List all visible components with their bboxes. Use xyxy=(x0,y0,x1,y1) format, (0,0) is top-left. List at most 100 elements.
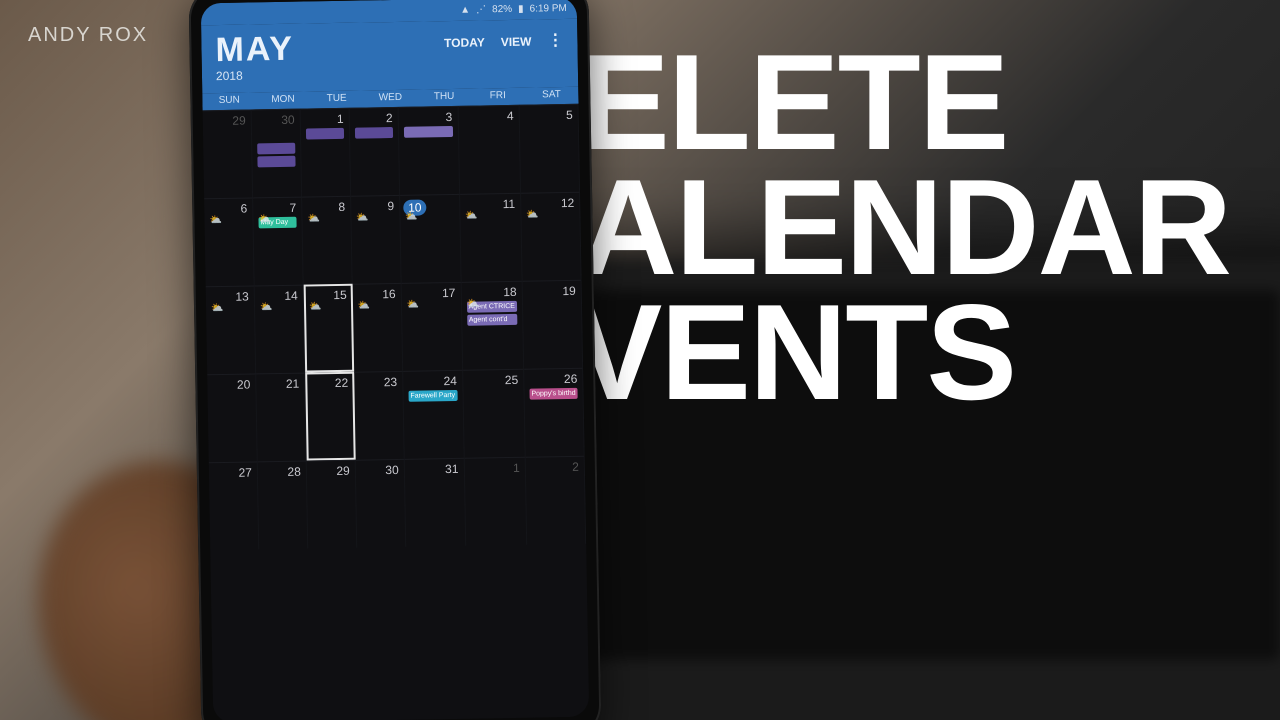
day-cell[interactable]: 30 xyxy=(252,109,302,198)
day-cell[interactable]: 14⛅ xyxy=(255,285,305,374)
appbar-actions: TODAY VIEW ⋮ xyxy=(444,33,564,51)
day-number: 12 xyxy=(524,196,576,211)
channel-watermark: ANDY ROX xyxy=(28,24,148,47)
day-cell[interactable]: 1 xyxy=(464,457,527,546)
day-number: 9 xyxy=(354,199,396,214)
day-cell[interactable]: 6⛅ xyxy=(204,197,254,286)
day-cell[interactable]: 17⛅ xyxy=(401,282,462,371)
day-number: 6 xyxy=(207,202,249,217)
day-cell[interactable]: 29 xyxy=(307,460,357,549)
calendar-appbar: MAY 2018 TODAY VIEW ⋮ xyxy=(201,19,578,94)
day-number: 2 xyxy=(529,460,581,475)
weather-icon: ⛅ xyxy=(258,214,271,225)
day-cell[interactable]: 2 xyxy=(349,107,399,196)
day-cell[interactable]: 22 xyxy=(305,372,355,461)
day-cell[interactable]: 20 xyxy=(207,373,257,462)
weather-icon: ⛅ xyxy=(405,212,418,223)
day-cell[interactable]: 3 xyxy=(398,106,459,195)
day-cell[interactable]: 13⛅ xyxy=(206,285,256,374)
month-label: MAY xyxy=(215,32,294,67)
signal-icon: ▲ xyxy=(460,4,470,15)
more-menu-icon[interactable]: ⋮ xyxy=(547,33,563,49)
weather-icon: ⛅ xyxy=(356,212,369,223)
weather-icon: ⛅ xyxy=(260,302,273,313)
battery-icon: ▮ xyxy=(518,3,524,14)
event-chip[interactable] xyxy=(355,127,393,139)
day-cell[interactable]: 7⛅May Day xyxy=(253,197,303,286)
day-cell[interactable]: 19 xyxy=(522,280,583,369)
day-cell[interactable]: 29 xyxy=(203,109,253,198)
dow-sun: SUN xyxy=(202,94,256,106)
day-cell[interactable]: 9⛅ xyxy=(351,195,401,284)
day-cell[interactable]: 30 xyxy=(356,459,406,548)
day-cell[interactable]: 8⛅ xyxy=(302,196,352,285)
day-number: 21 xyxy=(259,377,301,392)
wifi-icon: ⋰ xyxy=(476,4,486,15)
event-chip[interactable] xyxy=(257,156,295,168)
day-number: 18 xyxy=(464,285,519,300)
day-number: 25 xyxy=(466,373,521,388)
day-cell[interactable]: 18⛅Agent CTRICEAgent cont'd xyxy=(461,281,524,370)
month-block[interactable]: MAY 2018 xyxy=(215,32,294,83)
day-cell[interactable]: 28 xyxy=(258,461,308,550)
day-number: 30 xyxy=(359,463,401,478)
day-cell[interactable]: 24Farewell Party xyxy=(403,370,464,459)
day-number: 14 xyxy=(258,289,300,304)
day-cell[interactable]: 11⛅ xyxy=(460,193,523,282)
dow-fri: FRI xyxy=(471,90,525,102)
dow-sat: SAT xyxy=(525,89,579,101)
day-number: 8 xyxy=(305,200,347,215)
dow-mon: MON xyxy=(256,93,310,105)
day-cell[interactable]: 31 xyxy=(405,458,466,547)
day-cell[interactable]: 21 xyxy=(256,373,306,462)
weather-icon: ⛅ xyxy=(209,215,222,226)
day-number: 24 xyxy=(406,374,459,389)
day-number: 3 xyxy=(401,110,454,125)
day-cell[interactable]: 5 xyxy=(519,104,580,193)
event-chip[interactable]: Farewell Party xyxy=(408,390,457,402)
dow-thu: THU xyxy=(417,91,471,103)
day-cell[interactable]: 15⛅ xyxy=(304,284,354,373)
event-chip[interactable]: Agent cont'd xyxy=(467,314,517,326)
day-cell[interactable]: 4 xyxy=(458,105,521,194)
day-number: 20 xyxy=(210,377,252,392)
day-number: 31 xyxy=(408,462,461,477)
day-number: 22 xyxy=(308,376,350,391)
day-cell[interactable]: 23 xyxy=(354,371,404,460)
dow-wed: WED xyxy=(363,92,417,104)
day-cell[interactable]: 27 xyxy=(209,461,259,550)
day-cell[interactable]: 1 xyxy=(300,108,350,197)
day-number: 5 xyxy=(522,108,574,123)
phone-screen: ▲ ⋰ 82% ▮ 6:19 PM MAY 2018 TODAY VIEW ⋮ … xyxy=(201,0,590,720)
day-cell[interactable]: 26Poppy's birthd xyxy=(524,368,585,457)
day-number: 15 xyxy=(307,288,349,303)
day-cell[interactable]: 16⛅ xyxy=(352,283,402,372)
day-number: 16 xyxy=(356,287,398,302)
dow-tue: TUE xyxy=(310,93,364,105)
event-chip[interactable] xyxy=(306,128,344,140)
day-number: 28 xyxy=(261,465,303,480)
phone-frame: ▲ ⋰ 82% ▮ 6:19 PM MAY 2018 TODAY VIEW ⋮ … xyxy=(188,0,601,720)
day-number: 13 xyxy=(209,290,251,305)
weather-icon: ⛅ xyxy=(358,300,371,311)
weather-icon: ⛅ xyxy=(526,209,539,220)
day-number: 2 xyxy=(352,111,394,126)
day-number: 30 xyxy=(255,113,297,128)
day-cell[interactable]: 12⛅ xyxy=(521,192,582,281)
event-chip[interactable] xyxy=(257,143,295,155)
event-chip[interactable]: Poppy's birthd xyxy=(529,388,577,400)
day-number: 29 xyxy=(206,114,248,129)
today-button[interactable]: TODAY xyxy=(444,35,485,50)
day-cell[interactable]: 25 xyxy=(463,369,526,458)
battery-pct: 82% xyxy=(492,3,512,14)
day-number: 11 xyxy=(463,197,518,212)
weather-icon: ⛅ xyxy=(407,300,420,311)
view-button[interactable]: VIEW xyxy=(501,35,532,50)
event-chip[interactable] xyxy=(404,126,453,138)
day-cell[interactable]: 10⛅ xyxy=(400,194,461,283)
day-number: 17 xyxy=(405,286,458,301)
overlay-title-line-1: DELETE xyxy=(483,40,1230,165)
weather-icon: ⛅ xyxy=(307,213,320,224)
day-cell[interactable]: 2 xyxy=(526,456,587,545)
day-number: 26 xyxy=(527,372,579,387)
